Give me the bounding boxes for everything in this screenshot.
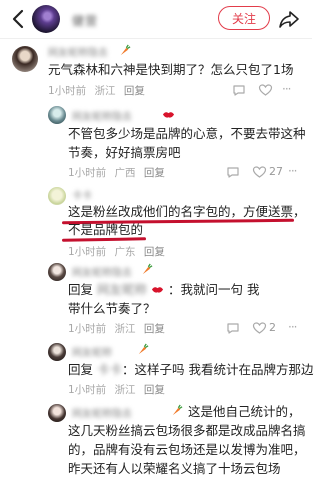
comment-meta: 1小时前 浙江 回复: [68, 321, 170, 336]
reply-text: ：这样子吗 我看统计在品牌方那边: [122, 362, 314, 377]
carrot-icon: [172, 404, 183, 416]
comment-item: 网友昵称隐去 回复 网友昵称 ：我就问一句 我 带什么节奏了？ 1小时前 浙江 …: [0, 258, 312, 338]
comment-text-line: 节奏，好好搞票房吧: [68, 145, 181, 160]
comment-time: 1小时前: [68, 384, 107, 396]
reply-button[interactable]: 回复: [144, 323, 165, 335]
chat-icon[interactable]: [226, 165, 240, 179]
commenter-name[interactable]: 网友昵称隐去: [72, 108, 132, 123]
chat-icon[interactable]: [232, 83, 246, 97]
commenter-avatar[interactable]: [48, 106, 66, 124]
comment-time: 1小时前: [48, 85, 87, 97]
like-count: 2: [269, 321, 276, 334]
comment-text-line: 这是他自己统计的，: [188, 404, 301, 419]
more-icon[interactable]: ···: [282, 82, 292, 96]
more-icon[interactable]: ···: [288, 320, 298, 334]
comment-item: 网友昵称 回复 卡卡：这样子吗 我看统计在品牌方那边 1小时前 浙江 回复: [0, 338, 314, 398]
top-bar: 健营 关注: [0, 0, 312, 39]
comment-meta: 1小时前 浙江 回复: [48, 83, 150, 98]
comment-text: 元气森林和六神是快到期了？怎么只包了1场: [48, 62, 294, 77]
comment-time: 1小时前: [68, 167, 107, 179]
back-arrow-icon[interactable]: [8, 7, 30, 31]
reply-button[interactable]: 回复: [124, 85, 145, 97]
author-avatar[interactable]: [32, 5, 60, 33]
reply-button[interactable]: 回复: [144, 167, 165, 179]
commenter-avatar[interactable]: [48, 263, 66, 281]
heart-icon[interactable]: [252, 165, 267, 179]
comment-item: 网友昵称隐去 这是他自己统计的， 这几天粉丝搞云包场很多都是改成品牌名搞 的，品…: [0, 398, 312, 500]
commenter-name[interactable]: 网友昵称隐去: [48, 44, 108, 59]
reply-prefix: 回复: [68, 282, 94, 297]
reply-text: ：我就问一句 我: [167, 282, 260, 297]
comment-text-line: 回复 卡卡：这样子吗 我看统计在品牌方那边: [68, 360, 314, 379]
reply-prefix: 回复: [68, 362, 94, 377]
chat-icon[interactable]: [226, 321, 240, 335]
comment-location: 广西: [114, 167, 136, 179]
carrot-icon: [138, 343, 149, 355]
comment-meta: 1小时前 广西 回复: [68, 165, 170, 180]
more-icon[interactable]: ···: [288, 164, 298, 178]
comment-meta: 1小时前 广东 回复: [68, 244, 170, 259]
commenter-name[interactable]: 卡卡: [72, 187, 92, 202]
commenter-name[interactable]: 网友昵称隐去: [72, 264, 132, 279]
comment-time: 1小时前: [68, 323, 107, 335]
kiss-lips-icon: [151, 287, 164, 293]
comment-meta: 1小时前 浙江 回复: [68, 382, 170, 397]
comment-location: 浙江: [114, 323, 136, 335]
share-icon[interactable]: [278, 8, 300, 30]
comment-text-line: 的，品牌有没有云包场还是以发博为准吧，: [68, 442, 306, 457]
author-name[interactable]: 健营: [72, 12, 98, 29]
red-underline-mark: [61, 237, 147, 242]
comment-text-line: 不是品牌包的: [68, 222, 144, 237]
comment-location: 浙江: [114, 384, 136, 396]
carrot-icon: [142, 263, 153, 275]
mentioned-user[interactable]: 卡卡: [97, 362, 122, 377]
mentioned-user[interactable]: 网友昵称: [97, 282, 147, 297]
carrot-icon: [120, 44, 131, 56]
like-count: 27: [269, 165, 283, 178]
commenter-name[interactable]: 网友昵称隐去: [72, 405, 132, 420]
comment-location: 浙江: [94, 85, 116, 97]
comment-time: 1小时前: [68, 246, 107, 258]
commenter-avatar[interactable]: [48, 187, 66, 205]
follow-button[interactable]: 关注: [218, 6, 270, 30]
commenter-avatar[interactable]: [48, 404, 66, 422]
kiss-lips-icon: [162, 112, 175, 118]
comment-item: 卡卡 这是粉丝改成他们的名字包的，方便送票， 不是品牌包的 1小时前 广东 回复: [0, 180, 312, 258]
heart-icon[interactable]: [258, 83, 273, 97]
comment-text-line: 这几天粉丝搞云包场很多都是改成品牌名搞: [68, 423, 306, 438]
reply-button[interactable]: 回复: [144, 384, 165, 396]
comment-text-line: 昨天还有人以荣耀名义搞了十场云包场: [68, 461, 281, 476]
reply-button[interactable]: 回复: [144, 246, 165, 258]
comment-item: 网友昵称隐去 元气森林和六神是快到期了？怎么只包了1场 1小时前 浙江 回复 ·…: [0, 38, 312, 102]
commenter-avatar[interactable]: [48, 343, 66, 361]
commenter-avatar[interactable]: [12, 46, 38, 72]
comment-text-line: 带什么节奏了？: [68, 301, 156, 316]
comment-text-line: 回复 网友昵称 ：我就问一句 我: [68, 280, 308, 299]
heart-icon[interactable]: [252, 321, 267, 335]
commenter-name[interactable]: 网友昵称: [72, 344, 112, 359]
comment-text-line: 不管包多少场是品牌的心意，不要去带这种: [68, 126, 306, 141]
comment-item: 网友昵称隐去 不管包多少场是品牌的心意，不要去带这种 节奏，好好搞票房吧 1小时…: [0, 102, 312, 180]
comment-location: 广东: [114, 246, 136, 258]
